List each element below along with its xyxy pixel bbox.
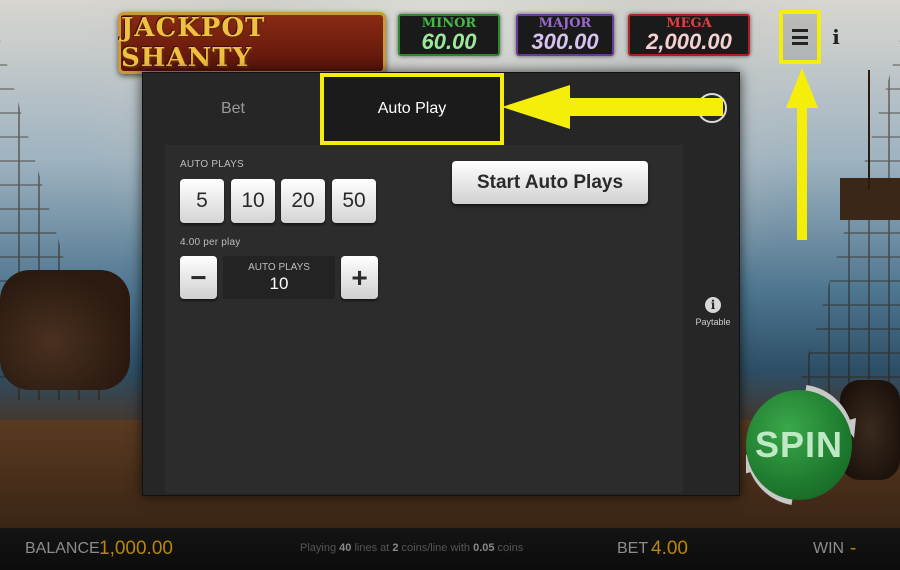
per-play-label: 4.00 per play <box>180 237 241 248</box>
balance-label: BALANCE <box>25 540 100 557</box>
jackpot-major-value: 300.00 <box>531 29 599 54</box>
game-logo: JACKPOT SHANTY <box>118 12 386 74</box>
annotation-arrow-up <box>786 68 818 240</box>
status-bar: BALANCE 1,000.00 Playing 40 lines at 2 c… <box>0 528 900 570</box>
preset-button-10[interactable]: 10 <box>231 179 275 223</box>
bet-label: BET <box>617 540 649 557</box>
coin-value: 0.05 <box>473 542 495 554</box>
lines-info-post: coins <box>494 542 524 554</box>
paytable-label: Paytable <box>695 317 731 327</box>
jackpot-mega-value: 2,000.00 <box>646 29 732 54</box>
tab-auto-play[interactable]: Auto Play <box>320 73 504 145</box>
cannon-left <box>0 270 130 390</box>
info-icon[interactable]: i <box>828 22 844 52</box>
decrease-auto-plays-button[interactable]: − <box>180 256 217 299</box>
preset-button-5[interactable]: 5 <box>180 179 224 223</box>
jackpot-mega: MEGA 2,000.00 <box>628 14 750 56</box>
balance-value: 1,000.00 <box>99 538 173 559</box>
lines-info-mid2: coins/line with <box>398 542 474 554</box>
annotation-arrow-left <box>502 85 723 129</box>
jackpot-minor: MINOR 60.00 <box>398 14 500 56</box>
auto-plays-label: AUTO PLAYS <box>180 159 244 170</box>
win-label: WIN <box>813 540 845 557</box>
lines-info: Playing 40 lines at 2 coins/line with 0.… <box>300 542 523 554</box>
lines-info-pre: Playing <box>300 542 340 554</box>
hamburger-menu-icon <box>792 29 808 45</box>
jackpot-minor-value: 60.00 <box>421 29 477 54</box>
stepper-value: 10 <box>269 273 289 293</box>
win-value: - <box>850 538 857 559</box>
spin-disc: SPIN <box>746 390 852 500</box>
ship-rigging-right <box>795 40 900 400</box>
paytable-info-icon: i <box>705 297 721 313</box>
increase-auto-plays-button[interactable]: + <box>341 256 378 299</box>
menu-button[interactable] <box>779 10 821 64</box>
spin-label: SPIN <box>754 424 844 465</box>
lines-info-mid1: lines at <box>351 542 393 554</box>
jackpot-major: MAJOR 300.00 <box>516 14 614 56</box>
paytable-button[interactable]: i Paytable <box>693 297 733 337</box>
spin-button[interactable]: SPIN <box>746 382 856 508</box>
auto-plays-stepper: AUTO PLAYS 10 <box>223 256 335 299</box>
preset-button-20[interactable]: 20 <box>281 179 325 223</box>
lines-count: 40 <box>339 542 352 554</box>
stepper-label: AUTO PLAYS <box>248 261 310 273</box>
game-logo-text: JACKPOT SHANTY <box>121 13 266 73</box>
start-auto-plays-button[interactable]: Start Auto Plays <box>452 161 648 204</box>
settings-panel: Bet Auto Play AUTO PLAYS 5 10 20 50 4.00… <box>142 72 740 496</box>
distant-ship <box>840 70 900 220</box>
preset-button-50[interactable]: 50 <box>332 179 376 223</box>
bet-value: 4.00 <box>651 538 688 559</box>
tab-bet[interactable]: Bet <box>143 73 323 145</box>
